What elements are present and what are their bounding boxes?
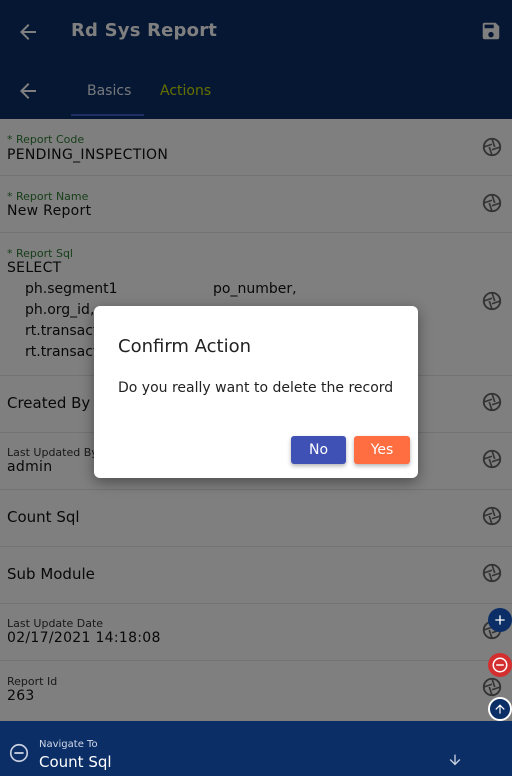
minus-circle-icon [492, 657, 508, 673]
yes-button[interactable]: Yes [354, 436, 410, 464]
minus-circle-icon[interactable] [8, 742, 30, 764]
dialog-message: Do you really want to delete the record [118, 380, 394, 396]
arrow-down-icon[interactable] [447, 752, 463, 768]
arrow-up-icon [495, 704, 505, 714]
confirm-dialog: Confirm Action Do you really want to del… [94, 306, 418, 478]
plus-icon [495, 615, 505, 625]
add-fab[interactable] [488, 608, 512, 632]
bottom-nav: Navigate To Count Sql [0, 721, 512, 776]
navigate-select[interactable]: Count Sql [39, 753, 112, 771]
scroll-up-fab[interactable] [488, 697, 512, 721]
remove-fab[interactable] [488, 653, 512, 677]
navigate-label: Navigate To [39, 739, 98, 750]
dialog-title: Confirm Action [118, 336, 252, 357]
no-button[interactable]: No [291, 436, 346, 464]
